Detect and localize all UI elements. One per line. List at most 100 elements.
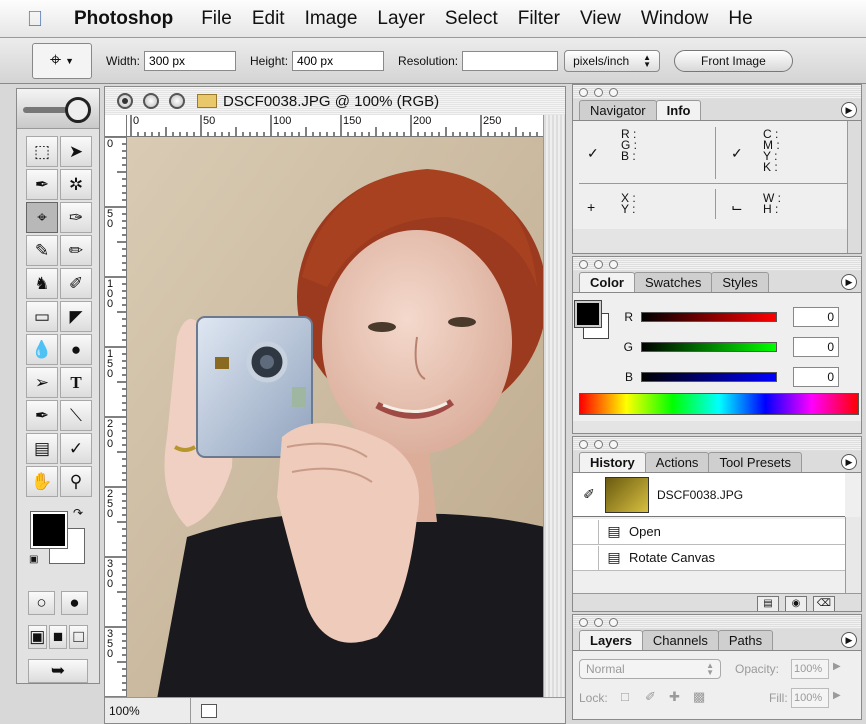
lock-transparent-icon[interactable]: □ <box>621 689 629 704</box>
tab-navigator[interactable]: Navigator <box>579 100 657 120</box>
lock-all-icon[interactable]: ▩ <box>693 689 705 705</box>
foreground-color-chip[interactable] <box>574 300 602 328</box>
apple-menu-icon[interactable]:  <box>0 6 70 32</box>
opacity-arrow-icon[interactable]: ▶ <box>833 661 841 672</box>
quick-mask-mode-icon[interactable]: ● <box>61 591 88 615</box>
healing-brush-tool-icon[interactable]: ✎ <box>26 235 58 266</box>
tab-styles[interactable]: Styles <box>711 272 769 292</box>
tab-paths[interactable]: Paths <box>717 630 774 650</box>
menu-view[interactable]: View <box>580 8 637 30</box>
zoom-palette-icon[interactable] <box>609 439 618 449</box>
resolution-input[interactable] <box>462 50 559 71</box>
magic-wand-tool-icon[interactable]: ✲ <box>60 169 92 200</box>
zoom-palette-icon[interactable] <box>609 259 618 269</box>
paint-bucket-tool-icon[interactable]: ◤ <box>60 301 92 332</box>
zoom-level[interactable]: 100% <box>105 698 191 723</box>
palette-title-bar[interactable] <box>573 437 861 451</box>
history-snapshot[interactable]: ✐ DSCF0038.JPG <box>573 473 845 517</box>
resolution-units-select[interactable]: pixels/inch ▲ ▼ <box>564 49 661 72</box>
eraser-tool-icon[interactable]: ▭ <box>26 301 58 332</box>
green-slider[interactable] <box>641 342 777 352</box>
new-snapshot-icon[interactable]: ◉ <box>785 595 807 611</box>
history-scrollbar[interactable] <box>845 517 861 593</box>
menu-layer[interactable]: Layer <box>377 8 441 30</box>
palette-title-bar[interactable] <box>573 85 861 99</box>
palette-menu-icon[interactable]: ▶ <box>841 274 857 290</box>
palette-title-bar[interactable] <box>573 615 861 629</box>
zoom-palette-icon[interactable] <box>609 87 618 97</box>
standard-mode-icon[interactable]: ○ <box>28 591 55 615</box>
close-window-icon[interactable] <box>117 93 133 109</box>
tab-history[interactable]: History <box>579 452 646 472</box>
tab-info[interactable]: Info <box>655 100 702 120</box>
foreground-color-swatch[interactable] <box>30 511 68 549</box>
document-title-bar[interactable]: DSCF0038.JPG @ 100% (RGB) <box>105 87 565 115</box>
width-input[interactable] <box>144 50 237 71</box>
history-brush-source-icon[interactable]: ✐ <box>573 486 605 503</box>
document-info-icon[interactable] <box>201 703 217 718</box>
blur-tool-icon[interactable]: 💧 <box>26 334 58 365</box>
zoom-tool-icon[interactable]: ⚲ <box>60 466 92 497</box>
lock-position-icon[interactable]: ✚ <box>669 689 680 705</box>
swap-colors-icon[interactable]: ↷ <box>73 506 83 520</box>
slice-tool-icon[interactable]: ✑ <box>60 202 92 233</box>
vertical-scrollbar[interactable] <box>543 115 565 699</box>
pen-tool-icon[interactable]: ✒ <box>26 400 58 431</box>
menu-edit[interactable]: Edit <box>252 8 301 30</box>
history-source-slot[interactable] <box>573 545 599 570</box>
brush-tool-icon[interactable]: ✏ <box>60 235 92 266</box>
blue-value-field[interactable]: 0 <box>793 367 839 387</box>
menu-window[interactable]: Window <box>641 8 725 30</box>
history-item[interactable]: ▤ Open <box>573 519 845 545</box>
palette-title-bar[interactable] <box>573 257 861 271</box>
menu-select[interactable]: Select <box>445 8 514 30</box>
notes-tool-icon[interactable]: ▤ <box>26 433 58 464</box>
close-palette-icon[interactable] <box>579 439 588 449</box>
palette-menu-icon[interactable]: ▶ <box>841 454 857 470</box>
app-menu[interactable]: Photoshop <box>74 8 189 30</box>
marquee-tool-icon[interactable]: ⬚ <box>26 136 58 167</box>
lasso-tool-icon[interactable]: ✒ <box>26 169 58 200</box>
zoom-palette-icon[interactable] <box>609 617 618 627</box>
default-colors-icon[interactable]: ▣ <box>29 554 38 565</box>
move-tool-icon[interactable]: ➤ <box>60 136 92 167</box>
tool-preset-picker[interactable]: ⌖ ▼ <box>32 42 92 79</box>
tab-channels[interactable]: Channels <box>641 630 719 650</box>
full-screen-menu-mode-icon[interactable]: ■ <box>48 625 68 649</box>
crop-tool-icon[interactable]: ⌖ <box>26 202 58 233</box>
full-screen-mode-icon[interactable]: □ <box>69 625 89 649</box>
zoom-window-icon[interactable] <box>169 93 185 109</box>
dodge-tool-icon[interactable]: ● <box>60 334 92 365</box>
close-palette-icon[interactable] <box>579 617 588 627</box>
type-tool-icon[interactable]: T <box>60 367 92 398</box>
minimize-palette-icon[interactable] <box>594 259 603 269</box>
red-slider[interactable] <box>641 312 777 322</box>
minimize-window-icon[interactable] <box>143 93 159 109</box>
line-tool-icon[interactable]: ⟍ <box>60 400 92 431</box>
front-image-button[interactable]: Front Image <box>674 49 793 72</box>
tab-layers[interactable]: Layers <box>579 630 643 650</box>
image-canvas[interactable] <box>127 137 545 699</box>
menu-filter[interactable]: Filter <box>518 8 576 30</box>
history-item[interactable]: ▤ Rotate Canvas <box>573 545 845 571</box>
minimize-palette-icon[interactable] <box>594 87 603 97</box>
menu-file[interactable]: File <box>201 8 248 30</box>
clone-stamp-tool-icon[interactable]: ♞ <box>26 268 58 299</box>
close-palette-icon[interactable] <box>579 87 588 97</box>
ruler-origin[interactable] <box>105 115 127 137</box>
menu-image[interactable]: Image <box>305 8 374 30</box>
photoshop-logo[interactable] <box>17 89 99 129</box>
height-input[interactable] <box>292 50 385 71</box>
tab-actions[interactable]: Actions <box>644 452 710 472</box>
history-source-slot[interactable] <box>573 519 599 544</box>
palette-menu-icon[interactable]: ▶ <box>841 632 857 648</box>
jump-to-imageready-icon[interactable]: ➥ <box>28 659 88 683</box>
lock-image-icon[interactable]: ✐ <box>645 689 656 705</box>
opacity-field[interactable]: 100% <box>791 659 829 679</box>
palette-menu-icon[interactable]: ▶ <box>841 102 857 118</box>
tab-color[interactable]: Color <box>579 272 635 292</box>
blue-slider[interactable] <box>641 372 777 382</box>
fill-arrow-icon[interactable]: ▶ <box>833 690 841 701</box>
minimize-palette-icon[interactable] <box>594 617 603 627</box>
close-palette-icon[interactable] <box>579 259 588 269</box>
